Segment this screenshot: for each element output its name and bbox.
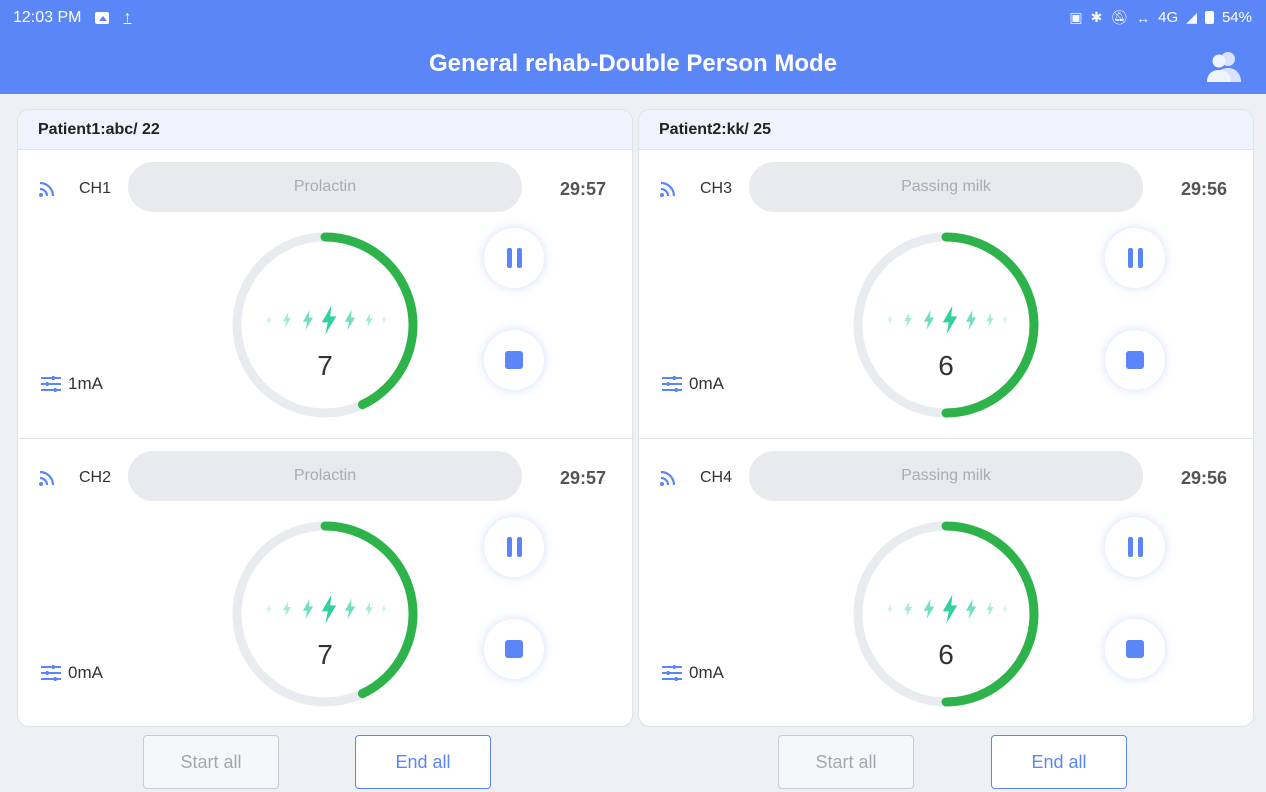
upload-icon: ↑ — [123, 9, 132, 26]
timer: 29:56 — [1180, 179, 1227, 199]
status-bar-left: 12:03 PM ↑ — [13, 9, 131, 27]
current-readout: 1mA — [40, 374, 103, 394]
stop-button[interactable] — [484, 330, 544, 390]
timer: 29:57 — [559, 468, 606, 488]
sliders-icon — [662, 665, 682, 681]
intensity-ring[interactable] — [851, 519, 1041, 709]
pause-icon — [1127, 537, 1143, 557]
sliders-icon — [41, 376, 61, 392]
intensity-ring[interactable] — [851, 230, 1041, 420]
lightning-icon — [266, 305, 387, 335]
program-selector[interactable]: Passing milk — [749, 162, 1143, 212]
current-readout: 0mA — [661, 374, 724, 394]
intensity-value: 6 — [938, 350, 954, 381]
intensity-value: 7 — [317, 639, 333, 670]
intensity-ring[interactable] — [230, 230, 420, 420]
lightning-icon — [266, 594, 387, 624]
channel-card-ch3: CH3 Passing milk 29:56 6 0mA — [639, 150, 1253, 438]
stop-icon — [505, 351, 523, 369]
patient-title: Patient2:kk/ 25 — [639, 110, 1253, 150]
stop-button[interactable] — [484, 619, 544, 679]
program-selector[interactable]: Prolactin — [128, 451, 522, 501]
start-all-button[interactable]: Start all — [778, 735, 914, 789]
pause-icon — [506, 248, 522, 268]
status-bar-right: ▣ ✱ 🔕︎ ↔ 4G ◢ 54% — [1069, 9, 1252, 26]
intensity-value: 6 — [938, 639, 954, 670]
sliders-icon — [41, 665, 61, 681]
battery-icon — [1204, 11, 1214, 24]
program-selector[interactable]: Passing milk — [749, 451, 1143, 501]
signal-wave-icon — [39, 470, 55, 486]
users-icon[interactable] — [1206, 50, 1242, 89]
signal-wave-icon — [660, 470, 676, 486]
network-type: 4G — [1158, 9, 1179, 26]
channel-label: CH2 — [79, 469, 112, 486]
timer: 29:56 — [1180, 468, 1227, 488]
patient-title: Patient1:abc/ 22 — [18, 110, 632, 150]
patient-panel-2: Patient2:kk/ 25 CH3 Passing milk 29:56 6… — [638, 109, 1254, 727]
channel-label: CH1 — [79, 180, 112, 197]
battery-level: 54% — [1221, 9, 1252, 26]
end-all-button[interactable]: End all — [355, 735, 491, 789]
signal-wave-icon — [660, 181, 676, 197]
stop-button[interactable] — [1105, 330, 1165, 390]
sliders-icon — [662, 376, 682, 392]
channel-card-ch4: CH4 Passing milk 29:56 6 0mA — [639, 438, 1253, 726]
current-value: 0mA — [68, 663, 103, 682]
intensity-ring[interactable] — [230, 519, 420, 709]
mute-icon: 🔕︎ — [1110, 9, 1129, 25]
pause-button[interactable] — [1105, 517, 1165, 577]
page-title: General rehab-Double Person Mode — [428, 50, 838, 77]
channel-card-ch1: CH1 Prolactin 29:57 7 1mA — [18, 150, 632, 438]
progress-arc — [941, 232, 1039, 418]
stop-icon — [505, 640, 523, 658]
stop-button[interactable] — [1105, 619, 1165, 679]
stop-icon — [1126, 351, 1144, 369]
pause-button[interactable] — [484, 228, 544, 288]
progress-arc — [941, 521, 1039, 707]
status-time: 12:03 PM — [13, 9, 82, 26]
channel-card-ch2: CH2 Prolactin 29:57 7 0mA — [18, 438, 632, 726]
patient-panel-1: Patient1:abc/ 22 CH1 Prolactin 29:57 7 1… — [17, 109, 633, 727]
pause-icon — [506, 537, 522, 557]
top-bar: 12:03 PM ↑ ▣ ✱ 🔕︎ ↔ 4G ◢ 54% General reh… — [0, 0, 1266, 94]
current-readout: 0mA — [661, 663, 724, 683]
stop-icon — [1126, 640, 1144, 658]
current-value: 0mA — [689, 374, 724, 393]
current-value: 0mA — [689, 663, 724, 682]
nfc-icon: ▣ — [1069, 9, 1083, 25]
channel-label: CH3 — [700, 180, 733, 197]
current-readout: 0mA — [40, 663, 103, 683]
signal-wave-icon — [39, 181, 55, 197]
image-icon — [95, 12, 110, 24]
bluetooth-icon: ✱ — [1090, 9, 1103, 25]
current-value: 1mA — [68, 374, 103, 393]
pause-button[interactable] — [484, 517, 544, 577]
signal-icon: ◢ — [1186, 9, 1197, 25]
network-icon: ↔ — [1136, 9, 1151, 26]
timer: 29:57 — [559, 179, 606, 199]
pause-icon — [1127, 248, 1143, 268]
start-all-button[interactable]: Start all — [143, 735, 279, 789]
pause-button[interactable] — [1105, 228, 1165, 288]
lightning-icon — [887, 594, 1008, 624]
lightning-icon — [887, 305, 1008, 335]
intensity-value: 7 — [317, 350, 333, 381]
channel-label: CH4 — [700, 469, 733, 486]
end-all-button[interactable]: End all — [991, 735, 1127, 789]
program-selector[interactable]: Prolactin — [128, 162, 522, 212]
